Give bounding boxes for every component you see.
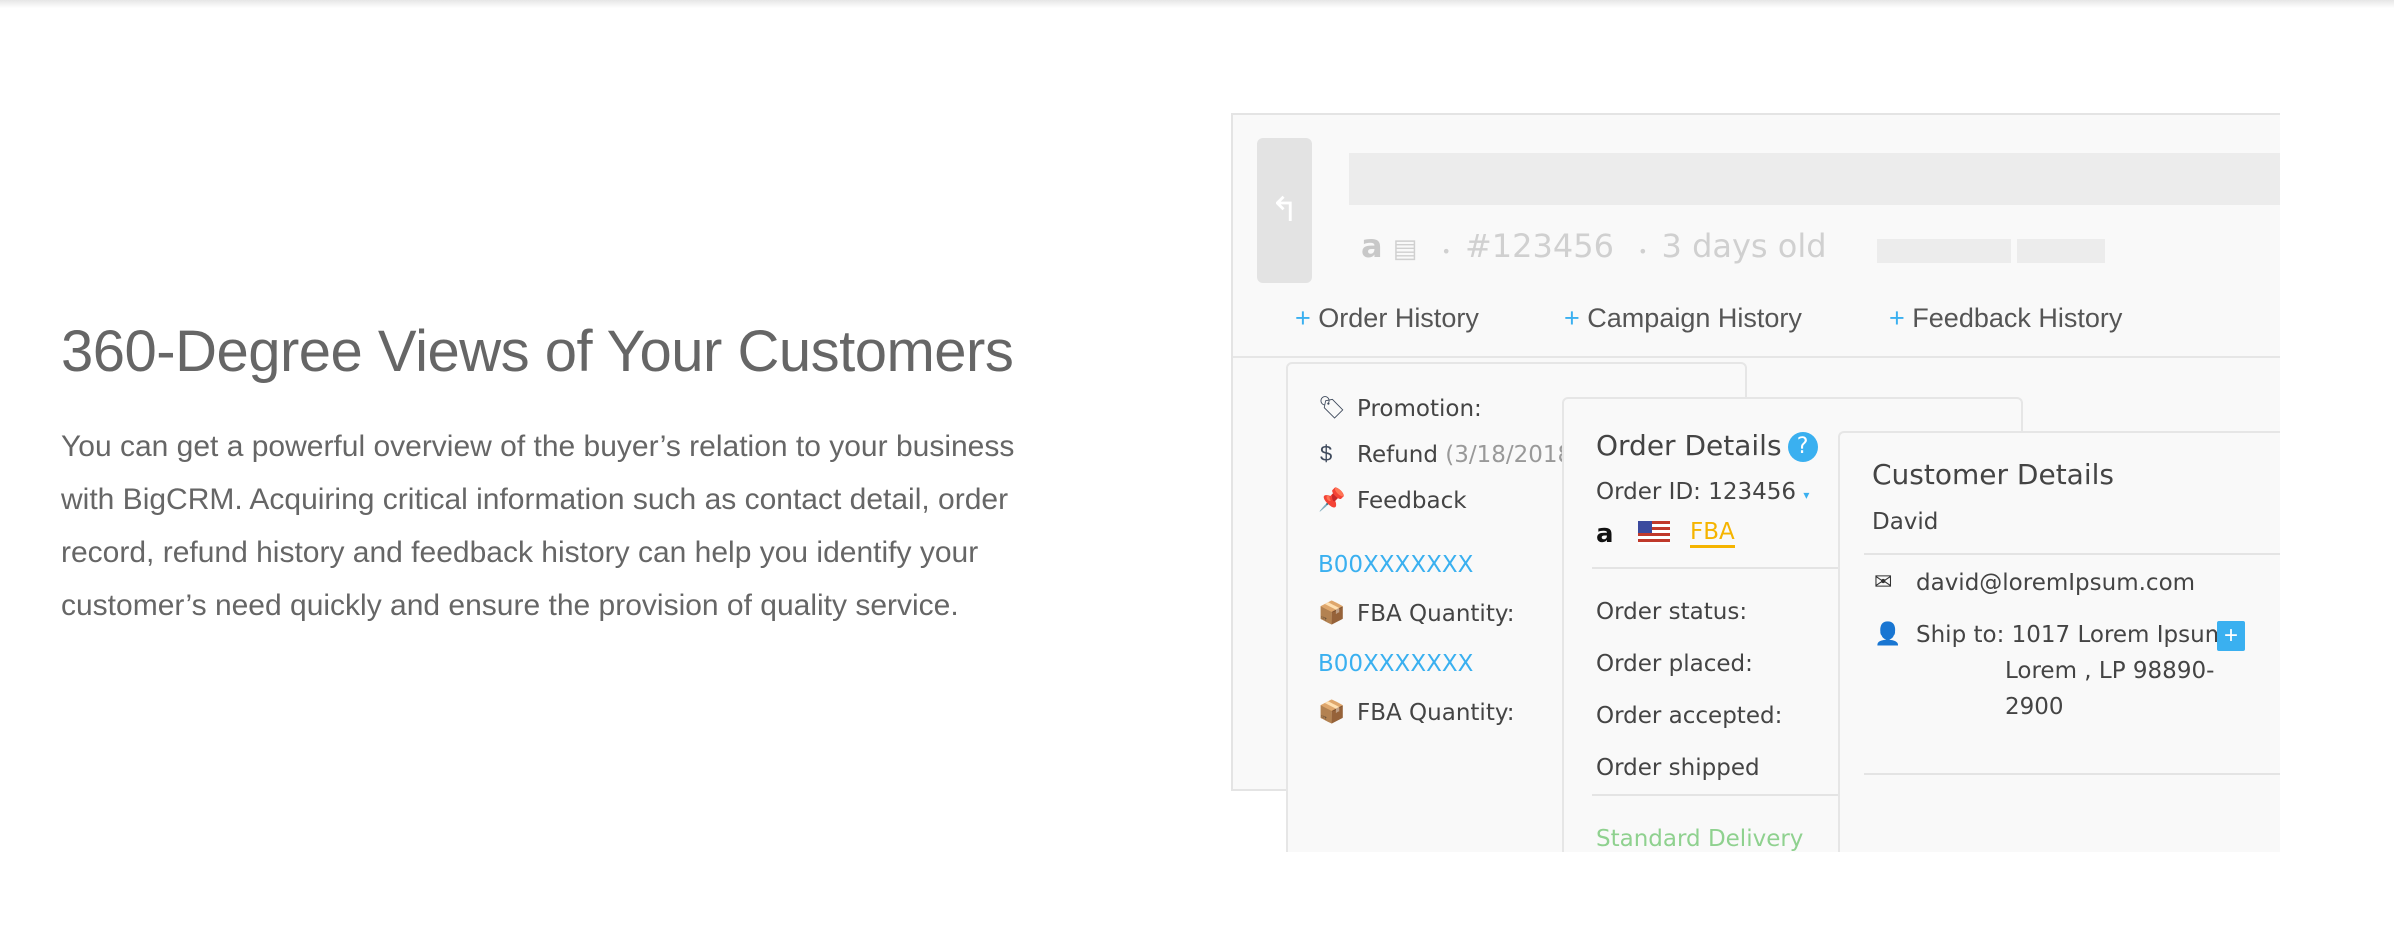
ship-address-line: Lorem , LP 98890- — [2005, 658, 2215, 684]
flag-icon: ▤ — [1392, 234, 1418, 264]
divider — [1864, 773, 2280, 775]
order-placed-label: Order placed: — [1596, 651, 1753, 677]
fba-quantity-label: FBA Quantity: — [1357, 601, 1515, 627]
description-line: customer’s need quickly and ensure the p… — [61, 589, 959, 622]
help-icon[interactable]: ? — [1787, 432, 1818, 462]
tag-icon: 🏷 — [1318, 395, 1346, 420]
delivery-type: Standard Delivery — [1596, 826, 1804, 852]
fba-quantity-label: FBA Quantity: — [1357, 700, 1515, 726]
back-reply-icon[interactable]: ↰ — [1257, 138, 1312, 283]
separator: • — [1441, 242, 1451, 261]
order-meta: a ▤ • #123456 • 3 days old — [1361, 227, 1827, 265]
tab-order-history[interactable]: + Order History — [1295, 303, 1479, 334]
person-icon: 👤 — [1874, 621, 1902, 646]
fba-badge: FBA — [1690, 519, 1735, 548]
order-details-title: Order Details? — [1596, 429, 1818, 462]
envelope-icon: ✉ — [1874, 569, 1893, 594]
refund-label: Refund (3/18/2018) — [1357, 442, 1582, 468]
promotion-label: Promotion: — [1357, 396, 1482, 422]
placeholder-block — [1877, 239, 2011, 263]
asin-link[interactable]: B00XXXXXXX — [1318, 651, 1473, 677]
ship-to-address: Ship to: 1017 Lorem Ipsum — [1916, 622, 2228, 648]
top-shadow — [0, 0, 2394, 8]
description-line: record, refund history and feedback hist… — [61, 536, 979, 569]
box-icon: 📦 — [1318, 699, 1346, 724]
us-flag-icon — [1638, 521, 1670, 545]
separator: • — [1638, 242, 1648, 261]
customer-details-title: Customer Details — [1872, 458, 2114, 491]
placeholder-bar — [1349, 153, 2280, 205]
divider — [1233, 356, 2280, 358]
tab-campaign-history[interactable]: + Campaign History — [1564, 303, 1802, 334]
order-shipped-label: Order shipped — [1596, 755, 1760, 781]
order-status-label: Order status: — [1596, 599, 1748, 625]
caret-down-icon: ▾ — [1803, 488, 1810, 502]
pin-icon: 📌 — [1318, 487, 1346, 512]
crm-screenshot: ↰ a ▤ • #123456 • 3 days old + Order Histo… — [1231, 113, 2280, 852]
box-icon: 📦 — [1318, 600, 1346, 625]
feedback-label: Feedback — [1357, 488, 1467, 514]
customer-name: David — [1872, 509, 1939, 535]
order-age: 3 days old — [1661, 227, 1827, 265]
description-line: with BigCRM. Acquiring critical informat… — [61, 483, 1009, 516]
amazon-icon: a — [1596, 519, 1614, 549]
order-accepted-label: Order accepted: — [1596, 703, 1783, 729]
customer-details-card: Customer Details David ✉ david@loremIpsu… — [1838, 431, 2280, 852]
page-title: 360-Degree Views of Your Customers — [61, 319, 1014, 384]
order-number: #123456 — [1464, 227, 1614, 265]
tab-feedback-history[interactable]: + Feedback History — [1889, 303, 2122, 334]
placeholder-block — [2017, 239, 2105, 263]
description: You can get a powerful overview of the b… — [61, 420, 1121, 632]
order-id[interactable]: Order ID: 123456 ▾ — [1596, 479, 1809, 505]
divider — [1864, 553, 2280, 555]
description-line: You can get a powerful overview of the b… — [61, 430, 1015, 463]
add-address-button[interactable]: + — [2217, 621, 2245, 651]
refund-icon: $ — [1320, 441, 1333, 466]
customer-email[interactable]: david@loremIpsum.com — [1916, 570, 2195, 596]
amazon-icon: a — [1361, 227, 1383, 265]
asin-link[interactable]: B00XXXXXXX — [1318, 552, 1473, 578]
ship-address-line: 2900 — [2005, 694, 2064, 720]
